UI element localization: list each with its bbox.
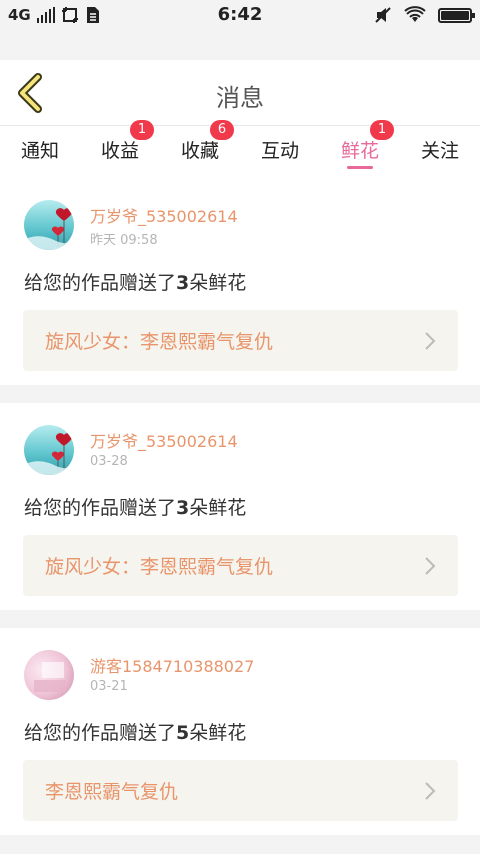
- tab-label: 收藏: [180, 140, 219, 162]
- tab-label: 互动: [260, 140, 299, 162]
- chevron-right-icon: [425, 781, 436, 800]
- flower-count: 3: [176, 272, 190, 294]
- avatar[interactable]: [24, 650, 74, 700]
- tab-bar: 通知 收益 1 收藏 6 互动 鲜花 1 关注: [0, 120, 480, 178]
- sender-name[interactable]: 万岁爷_535002614: [90, 203, 238, 227]
- heart-balloon-icon: [24, 433, 74, 475]
- message-card: 万岁爷_535002614 昨天 09:58 给您的作品赠送了3朵鲜花 旋风少女…: [0, 178, 480, 385]
- chevron-right-icon: [425, 556, 436, 575]
- unread-badge: 1: [130, 120, 154, 140]
- message-card: 游客1584710388027 03-21 给您的作品赠送了5朵鲜花 李恩熙霸气…: [0, 628, 480, 835]
- battery-icon: [438, 7, 475, 23]
- msg-prefix: 给您的作品赠送了: [24, 272, 177, 294]
- tab-flowers[interactable]: 鲜花 1: [320, 120, 400, 178]
- flower-count: 5: [176, 722, 190, 744]
- tab-interaction[interactable]: 互动: [240, 126, 320, 178]
- work-link[interactable]: 旋风少女：李恩熙霸气复仇: [23, 310, 458, 371]
- msg-suffix: 朵鲜花: [189, 722, 247, 744]
- message-time: 03-21: [90, 679, 128, 694]
- page-title: 消息: [216, 84, 264, 112]
- message-time: 昨天 09:58: [90, 233, 158, 248]
- status-bar: 4G 6:42: [0, 0, 480, 30]
- work-link[interactable]: 李恩熙霸气复仇: [23, 760, 458, 821]
- header: 消息: [0, 60, 480, 126]
- message-text: 给您的作品赠送了3朵鲜花: [24, 268, 246, 295]
- room-photo-icon: [34, 662, 66, 692]
- message-time: 03-28: [90, 454, 128, 469]
- tab-label: 关注: [420, 140, 459, 162]
- work-title: 旋风少女：李恩熙霸气复仇: [45, 556, 274, 578]
- unread-badge: 6: [210, 120, 234, 140]
- avatar[interactable]: [24, 425, 74, 475]
- message-card: 万岁爷_535002614 03-28 给您的作品赠送了3朵鲜花 旋风少女：李恩…: [0, 403, 480, 610]
- work-link[interactable]: 旋风少女：李恩熙霸气复仇: [23, 535, 458, 596]
- message-text: 给您的作品赠送了3朵鲜花: [24, 493, 246, 520]
- message-text: 给您的作品赠送了5朵鲜花: [24, 718, 246, 745]
- msg-prefix: 给您的作品赠送了: [24, 497, 177, 519]
- tab-favorites[interactable]: 收藏 6: [160, 120, 240, 178]
- avatar[interactable]: [24, 200, 74, 250]
- active-tab-indicator: [347, 166, 373, 169]
- heart-balloon-icon: [24, 208, 74, 250]
- msg-prefix: 给您的作品赠送了: [24, 722, 177, 744]
- tab-notice[interactable]: 通知: [0, 126, 80, 178]
- work-title: 旋风少女：李恩熙霸气复仇: [45, 331, 274, 353]
- message-list: 万岁爷_535002614 昨天 09:58 给您的作品赠送了3朵鲜花 旋风少女…: [0, 178, 480, 853]
- flower-count: 3: [176, 497, 190, 519]
- sender-name[interactable]: 游客1584710388027: [90, 653, 254, 677]
- clock: 6:42: [217, 4, 263, 25]
- tab-income[interactable]: 收益 1: [80, 120, 160, 178]
- unread-badge: 1: [370, 120, 394, 140]
- work-title: 李恩熙霸气复仇: [45, 781, 179, 803]
- chevron-right-icon: [425, 331, 436, 350]
- tab-label: 鲜花: [340, 140, 379, 162]
- tab-label: 通知: [20, 140, 59, 162]
- msg-suffix: 朵鲜花: [189, 497, 247, 519]
- msg-suffix: 朵鲜花: [189, 272, 247, 294]
- tab-follow[interactable]: 关注: [400, 126, 480, 178]
- sender-name[interactable]: 万岁爷_535002614: [90, 428, 238, 452]
- tab-label: 收益: [100, 140, 139, 162]
